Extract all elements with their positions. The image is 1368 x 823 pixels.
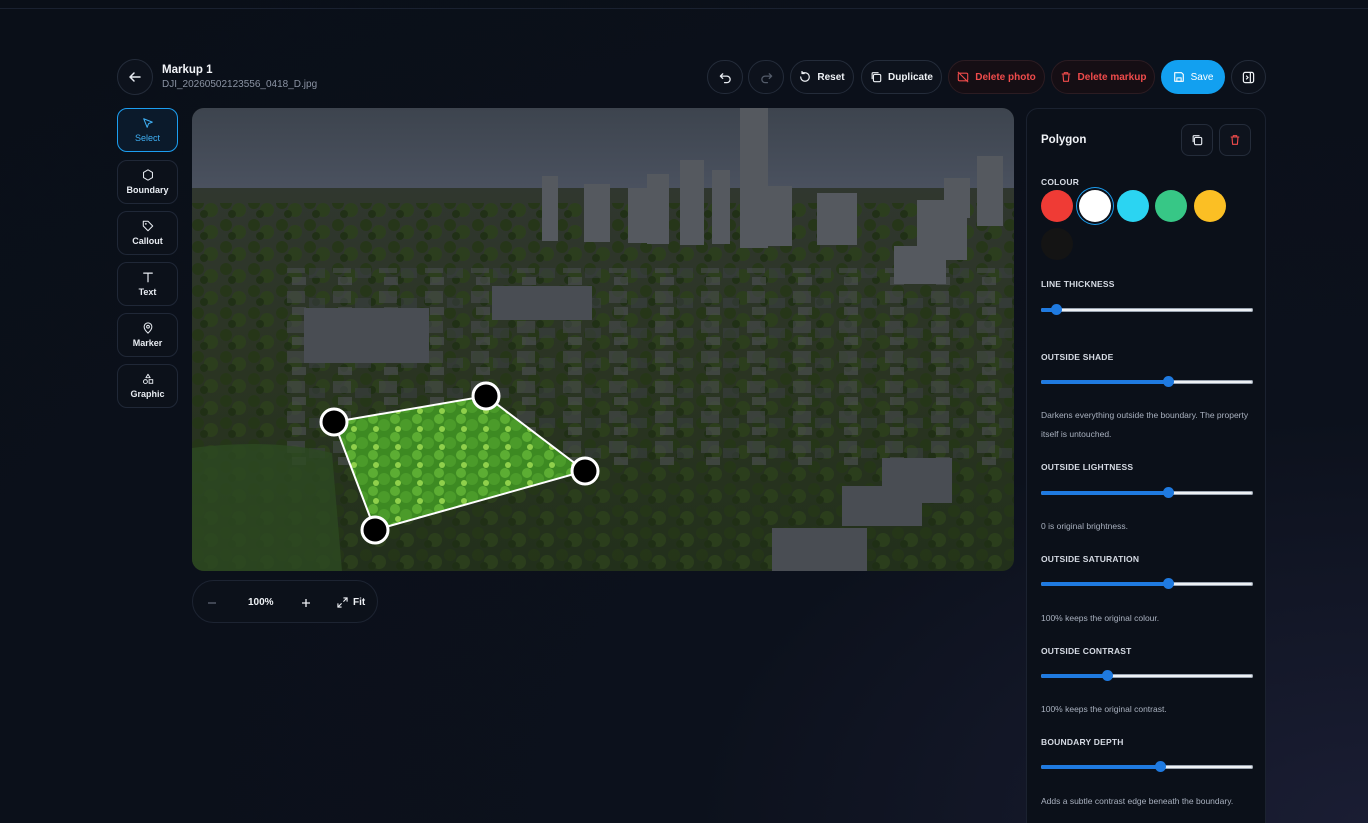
plus-icon (302, 598, 310, 607)
redo-button[interactable] (748, 60, 784, 94)
fit-label: Fit (353, 597, 366, 608)
colour-swatch-cyan[interactable] (1117, 190, 1149, 222)
colour-swatch-green[interactable] (1155, 190, 1187, 222)
outside-shade-help: Darkens everything outside the boundary.… (1041, 410, 1249, 439)
line-thickness-label: LINE THICKNESS (1041, 279, 1115, 289)
tool-graphic-label: Graphic (130, 389, 165, 399)
zoom-level: 100% (248, 597, 274, 608)
cursor-icon (142, 118, 153, 128)
trash-icon (1061, 72, 1070, 82)
tool-select-label: Select (134, 133, 160, 143)
panel-right-icon (1242, 71, 1255, 83)
duplicate-label: Duplicate (887, 71, 933, 83)
redo-icon (760, 72, 772, 83)
toggle-panel-button[interactable] (1231, 60, 1266, 94)
trash-icon (1230, 135, 1240, 145)
duplicate-shape-button[interactable] (1181, 124, 1213, 156)
outside-shade-label: OUTSIDE SHADE (1041, 352, 1114, 362)
slider-knob[interactable] (1163, 578, 1175, 589)
zoom-controls: 100% Fit (192, 580, 378, 623)
tool-marker[interactable]: Marker (117, 313, 178, 357)
top-divider (0, 8, 1368, 9)
outside-lightness-help: 0 is original brightness. (1041, 521, 1128, 531)
copy-icon (1192, 135, 1203, 146)
tool-text[interactable]: Text (117, 262, 178, 306)
tool-select[interactable]: Select (117, 108, 178, 152)
save-icon (1173, 72, 1184, 82)
outside-saturation-slider[interactable] (1041, 578, 1253, 589)
tool-graphic[interactable]: Graphic (117, 364, 178, 408)
delete-photo-label: Delete photo (975, 71, 1036, 83)
colour-swatch-white[interactable] (1079, 190, 1111, 222)
outside-saturation-label: OUTSIDE SATURATION (1041, 554, 1140, 564)
outside-contrast-slider[interactable] (1041, 670, 1253, 681)
undo-icon (719, 72, 731, 83)
tool-callout-label: Callout (132, 236, 163, 246)
save-button[interactable]: Save (1161, 60, 1225, 94)
colour-swatch-black[interactable] (1041, 228, 1073, 260)
reset-label: Reset (817, 71, 845, 83)
aerial-photo (192, 108, 1014, 571)
tag-icon (142, 220, 153, 232)
boundary-depth-label: BOUNDARY DEPTH (1041, 737, 1124, 747)
photo-canvas[interactable] (192, 108, 1014, 571)
map-pin-icon (143, 322, 152, 334)
duplicate-button[interactable]: Duplicate (861, 60, 942, 94)
delete-markup-label: Delete markup (1077, 71, 1147, 83)
tool-callout[interactable]: Callout (117, 211, 178, 255)
save-label: Save (1190, 71, 1214, 83)
shapes-icon (142, 373, 153, 385)
delete-shape-button[interactable] (1219, 124, 1251, 156)
reset-icon (800, 71, 811, 82)
outside-saturation-help: 100% keeps the original colour. (1041, 613, 1160, 623)
back-button[interactable] (117, 59, 153, 95)
outside-shade-slider[interactable] (1041, 376, 1253, 387)
properties-panel: Polygon COLOUR LINE THICKNESS OUTSIDE SH… (1026, 108, 1266, 823)
outside-contrast-help: 100% keeps the original contrast. (1041, 704, 1167, 714)
slider-knob[interactable] (1050, 304, 1062, 315)
slider-knob[interactable] (1101, 670, 1113, 681)
hexagon-icon (142, 169, 153, 181)
tool-boundary-label: Boundary (126, 185, 169, 195)
tool-boundary[interactable]: Boundary (117, 160, 178, 204)
page-title: Markup 1 (162, 64, 213, 76)
boundary-depth-help: Adds a subtle contrast edge beneath the … (1041, 796, 1234, 806)
zoom-out-button[interactable] (207, 581, 217, 624)
photo-filename: DJI_20260502123556_0418_D.jpg (162, 79, 318, 90)
minus-icon (208, 601, 216, 604)
outside-lightness-slider[interactable] (1041, 487, 1253, 498)
delete-photo-button[interactable]: Delete photo (948, 60, 1045, 94)
panel-title: Polygon (1041, 134, 1087, 146)
text-icon (142, 272, 153, 283)
maximize-icon (337, 597, 348, 608)
tool-text-label: Text (138, 287, 157, 297)
image-off-icon (957, 71, 969, 83)
colour-swatch-red[interactable] (1041, 190, 1073, 222)
delete-markup-button[interactable]: Delete markup (1051, 60, 1155, 94)
outside-lightness-label: OUTSIDE LIGHTNESS (1041, 462, 1134, 472)
outside-contrast-label: OUTSIDE CONTRAST (1041, 646, 1132, 656)
colour-swatch-yellow[interactable] (1194, 190, 1226, 222)
reset-button[interactable]: Reset (790, 60, 854, 94)
undo-button[interactable] (707, 60, 743, 94)
copy-icon (871, 72, 882, 83)
arrow-left-icon (129, 72, 141, 82)
fit-button[interactable]: Fit (337, 581, 365, 624)
boundary-depth-slider[interactable] (1041, 761, 1253, 772)
markup-title-block: Markup 1 DJI_20260502123556_0418_D.jpg (162, 64, 317, 90)
slider-knob[interactable] (1163, 376, 1175, 387)
slider-knob[interactable] (1154, 761, 1166, 772)
line-thickness-slider[interactable] (1041, 304, 1253, 315)
zoom-in-button[interactable] (301, 581, 311, 624)
colour-label: COLOUR (1041, 177, 1080, 187)
slider-knob[interactable] (1163, 487, 1175, 498)
tool-marker-label: Marker (132, 338, 163, 348)
